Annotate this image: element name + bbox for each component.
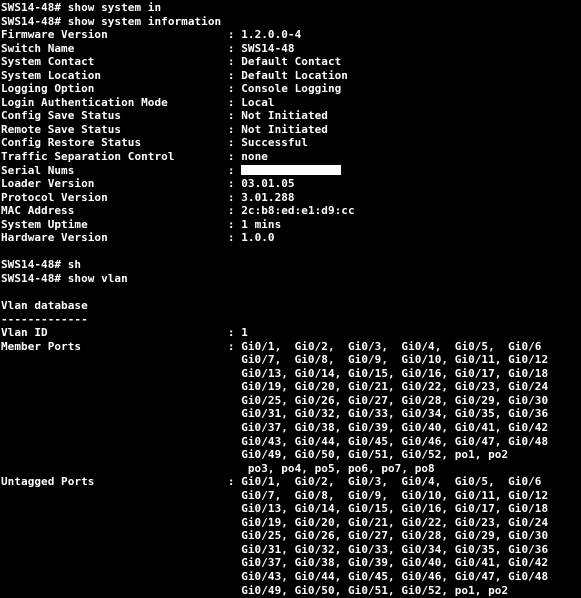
sysinfo-firmware-version-label: Firmware Version : bbox=[1, 28, 242, 42]
sysinfo-mac-address: MAC Address : 2c:b8:ed:e1:d9:cc bbox=[1, 204, 581, 218]
command-line-4[interactable]: SWS14-48# show vlan bbox=[1, 272, 581, 286]
member-ports-continuation-5: Gi0/31, Gi0/32, Gi0/33, Gi0/34, Gi0/35, … bbox=[1, 407, 549, 421]
command-line-1[interactable]: SWS14-48# show system in bbox=[1, 1, 581, 15]
sysinfo-mac-address-value: 2c:b8:ed:e1:d9:cc bbox=[241, 204, 355, 218]
sysinfo-config-save-status: Config Save Status : Not Initiated bbox=[1, 109, 581, 123]
sysinfo-login-authentication-mode-label: Login Authentication Mode : bbox=[1, 95, 242, 109]
sysinfo-system-uptime: System Uptime : 1 mins bbox=[1, 218, 581, 232]
untagged-ports-continuation-6: Gi0/37, Gi0/38, Gi0/39, Gi0/40, Gi0/41, … bbox=[1, 556, 549, 570]
sysinfo-loader-version: Loader Version : 03.01.05 bbox=[1, 177, 581, 191]
untagged-ports-continuation-4: Gi0/25, Gi0/26, Gi0/27, Gi0/28, Gi0/29, … bbox=[1, 529, 549, 543]
sysinfo-system-uptime-value: 1 mins bbox=[241, 217, 282, 231]
member-ports-label: Member Ports : bbox=[1, 339, 242, 353]
sysinfo-switch-name: Switch Name : SWS14-48 bbox=[1, 42, 581, 56]
spacer-before-vlan bbox=[1, 285, 581, 299]
sysinfo-serial-nums-label: Serial Nums : bbox=[1, 163, 242, 177]
sysinfo-traffic-separation-control: Traffic Separation Control : none bbox=[1, 150, 581, 164]
sysinfo-switch-name-value: SWS14-48 bbox=[241, 41, 295, 55]
sysinfo-remote-save-status: Remote Save Status : Not Initiated bbox=[1, 123, 581, 137]
member-ports: Member Ports : Gi0/1, Gi0/2, Gi0/3, Gi0/… bbox=[1, 340, 581, 354]
sysinfo-config-restore-status: Config Restore Status : Successful bbox=[1, 136, 581, 150]
serial-number-redaction bbox=[241, 164, 342, 175]
sysinfo-switch-name-label: Switch Name : bbox=[1, 41, 242, 55]
sysinfo-logging-option: Logging Option : Console Logging bbox=[1, 82, 581, 96]
member-ports-continuation-2: Gi0/13, Gi0/14, Gi0/15, Gi0/16, Gi0/17, … bbox=[1, 366, 549, 380]
untagged-ports-value: Gi0/1, Gi0/2, Gi0/3, Gi0/4, Gi0/5, Gi0/6 bbox=[241, 475, 542, 489]
member-ports-continuation-9: po3, po4, po5, po6, po7, po8 bbox=[1, 461, 435, 475]
sysinfo-hardware-version: Hardware Version : 1.0.0 bbox=[1, 231, 581, 245]
sysinfo-login-authentication-mode: Login Authentication Mode : Local bbox=[1, 96, 581, 110]
sysinfo-protocol-version-value: 3.01.288 bbox=[241, 190, 295, 204]
terminal-screen[interactable]: SWS14-48# show system in SWS14-48# show s… bbox=[0, 0, 581, 598]
sysinfo-config-restore-status-value: Successful bbox=[241, 136, 308, 150]
member-ports-continuation-3: Gi0/19, Gi0/20, Gi0/21, Gi0/22, Gi0/23, … bbox=[1, 380, 549, 394]
sysinfo-system-contact-value: Default Contact bbox=[241, 55, 342, 69]
untagged-ports-continuation-7: Gi0/43, Gi0/44, Gi0/45, Gi0/46, Gi0/47, … bbox=[1, 569, 549, 583]
vlan-id: Vlan ID : 1 bbox=[1, 326, 581, 340]
vlan-database-underline: ------------- bbox=[1, 312, 88, 326]
untagged-ports: Untagged Ports : Gi0/1, Gi0/2, Gi0/3, Gi… bbox=[1, 475, 581, 489]
sysinfo-system-uptime-label: System Uptime : bbox=[1, 217, 242, 231]
sysinfo-protocol-version: Protocol Version : 3.01.288 bbox=[1, 191, 581, 205]
member-ports-continuation-4: Gi0/25, Gi0/26, Gi0/27, Gi0/28, Gi0/29, … bbox=[1, 393, 549, 407]
member-ports-value: Gi0/1, Gi0/2, Gi0/3, Gi0/4, Gi0/5, Gi0/6 bbox=[241, 339, 542, 353]
sysinfo-system-location-value: Default Location bbox=[241, 68, 348, 82]
untagged-ports-label: Untagged Ports : bbox=[1, 475, 242, 489]
member-ports-continuation-1: Gi0/7, Gi0/8, Gi0/9, Gi0/10, Gi0/11, Gi0… bbox=[1, 353, 549, 367]
untagged-ports-continuation-3: Gi0/19, Gi0/20, Gi0/21, Gi0/22, Gi0/23, … bbox=[1, 515, 549, 529]
member-ports-continuation-6: Gi0/37, Gi0/38, Gi0/39, Gi0/40, Gi0/41, … bbox=[1, 420, 549, 434]
vlan-id-label: Vlan ID : bbox=[1, 326, 242, 340]
sysinfo-hardware-version-value: 1.0.0 bbox=[241, 231, 275, 245]
untagged-ports-continuation-5: Gi0/31, Gi0/32, Gi0/33, Gi0/34, Gi0/35, … bbox=[1, 542, 549, 556]
sysinfo-protocol-version-label: Protocol Version : bbox=[1, 190, 242, 204]
sysinfo-system-contact-label: System Contact : bbox=[1, 55, 242, 69]
untagged-ports-continuation-2: Gi0/13, Gi0/14, Gi0/15, Gi0/16, Gi0/17, … bbox=[1, 502, 549, 516]
sysinfo-loader-version-value: 03.01.05 bbox=[241, 177, 295, 191]
vlan-id-value: 1 bbox=[241, 326, 248, 340]
sysinfo-serial-nums: Serial Nums : bbox=[1, 164, 581, 178]
spacer-after-sysinfo bbox=[1, 245, 581, 259]
sysinfo-traffic-separation-control-value: none bbox=[241, 150, 268, 164]
sysinfo-system-contact: System Contact : Default Contact bbox=[1, 55, 581, 69]
sysinfo-system-location-label: System Location : bbox=[1, 68, 242, 82]
member-ports-continuation-7: Gi0/43, Gi0/44, Gi0/45, Gi0/46, Gi0/47, … bbox=[1, 434, 549, 448]
untagged-ports-continuation-1: Gi0/7, Gi0/8, Gi0/9, Gi0/10, Gi0/11, Gi0… bbox=[1, 488, 549, 502]
untagged-ports-continuation-8: Gi0/49, Gi0/50, Gi0/51, Gi0/52, po1, po2 bbox=[1, 583, 509, 597]
command-line-2[interactable]: SWS14-48# show system information bbox=[1, 15, 581, 29]
sysinfo-remote-save-status-value: Not Initiated bbox=[241, 122, 328, 136]
sysinfo-firmware-version-value: 1.2.0.0-4 bbox=[241, 28, 302, 42]
sysinfo-loader-version-label: Loader Version : bbox=[1, 177, 242, 191]
sysinfo-config-save-status-label: Config Save Status : bbox=[1, 109, 242, 123]
member-ports-continuation-8: Gi0/49, Gi0/50, Gi0/51, Gi0/52, po1, po2 bbox=[1, 448, 509, 462]
sysinfo-mac-address-label: MAC Address : bbox=[1, 204, 242, 218]
sysinfo-hardware-version-label: Hardware Version : bbox=[1, 231, 242, 245]
sysinfo-system-location: System Location : Default Location bbox=[1, 69, 581, 83]
sysinfo-remote-save-status-label: Remote Save Status : bbox=[1, 122, 242, 136]
sysinfo-firmware-version: Firmware Version : 1.2.0.0-4 bbox=[1, 28, 581, 42]
command-line-3[interactable]: SWS14-48# sh bbox=[1, 258, 581, 272]
vlan-database-heading: Vlan database bbox=[1, 299, 88, 313]
sysinfo-logging-option-label: Logging Option : bbox=[1, 82, 242, 96]
sysinfo-traffic-separation-control-label: Traffic Separation Control : bbox=[1, 150, 242, 164]
sysinfo-login-authentication-mode-value: Local bbox=[241, 95, 275, 109]
sysinfo-logging-option-value: Console Logging bbox=[241, 82, 342, 96]
sysinfo-config-save-status-value: Not Initiated bbox=[241, 109, 328, 123]
sysinfo-config-restore-status-label: Config Restore Status : bbox=[1, 136, 242, 150]
